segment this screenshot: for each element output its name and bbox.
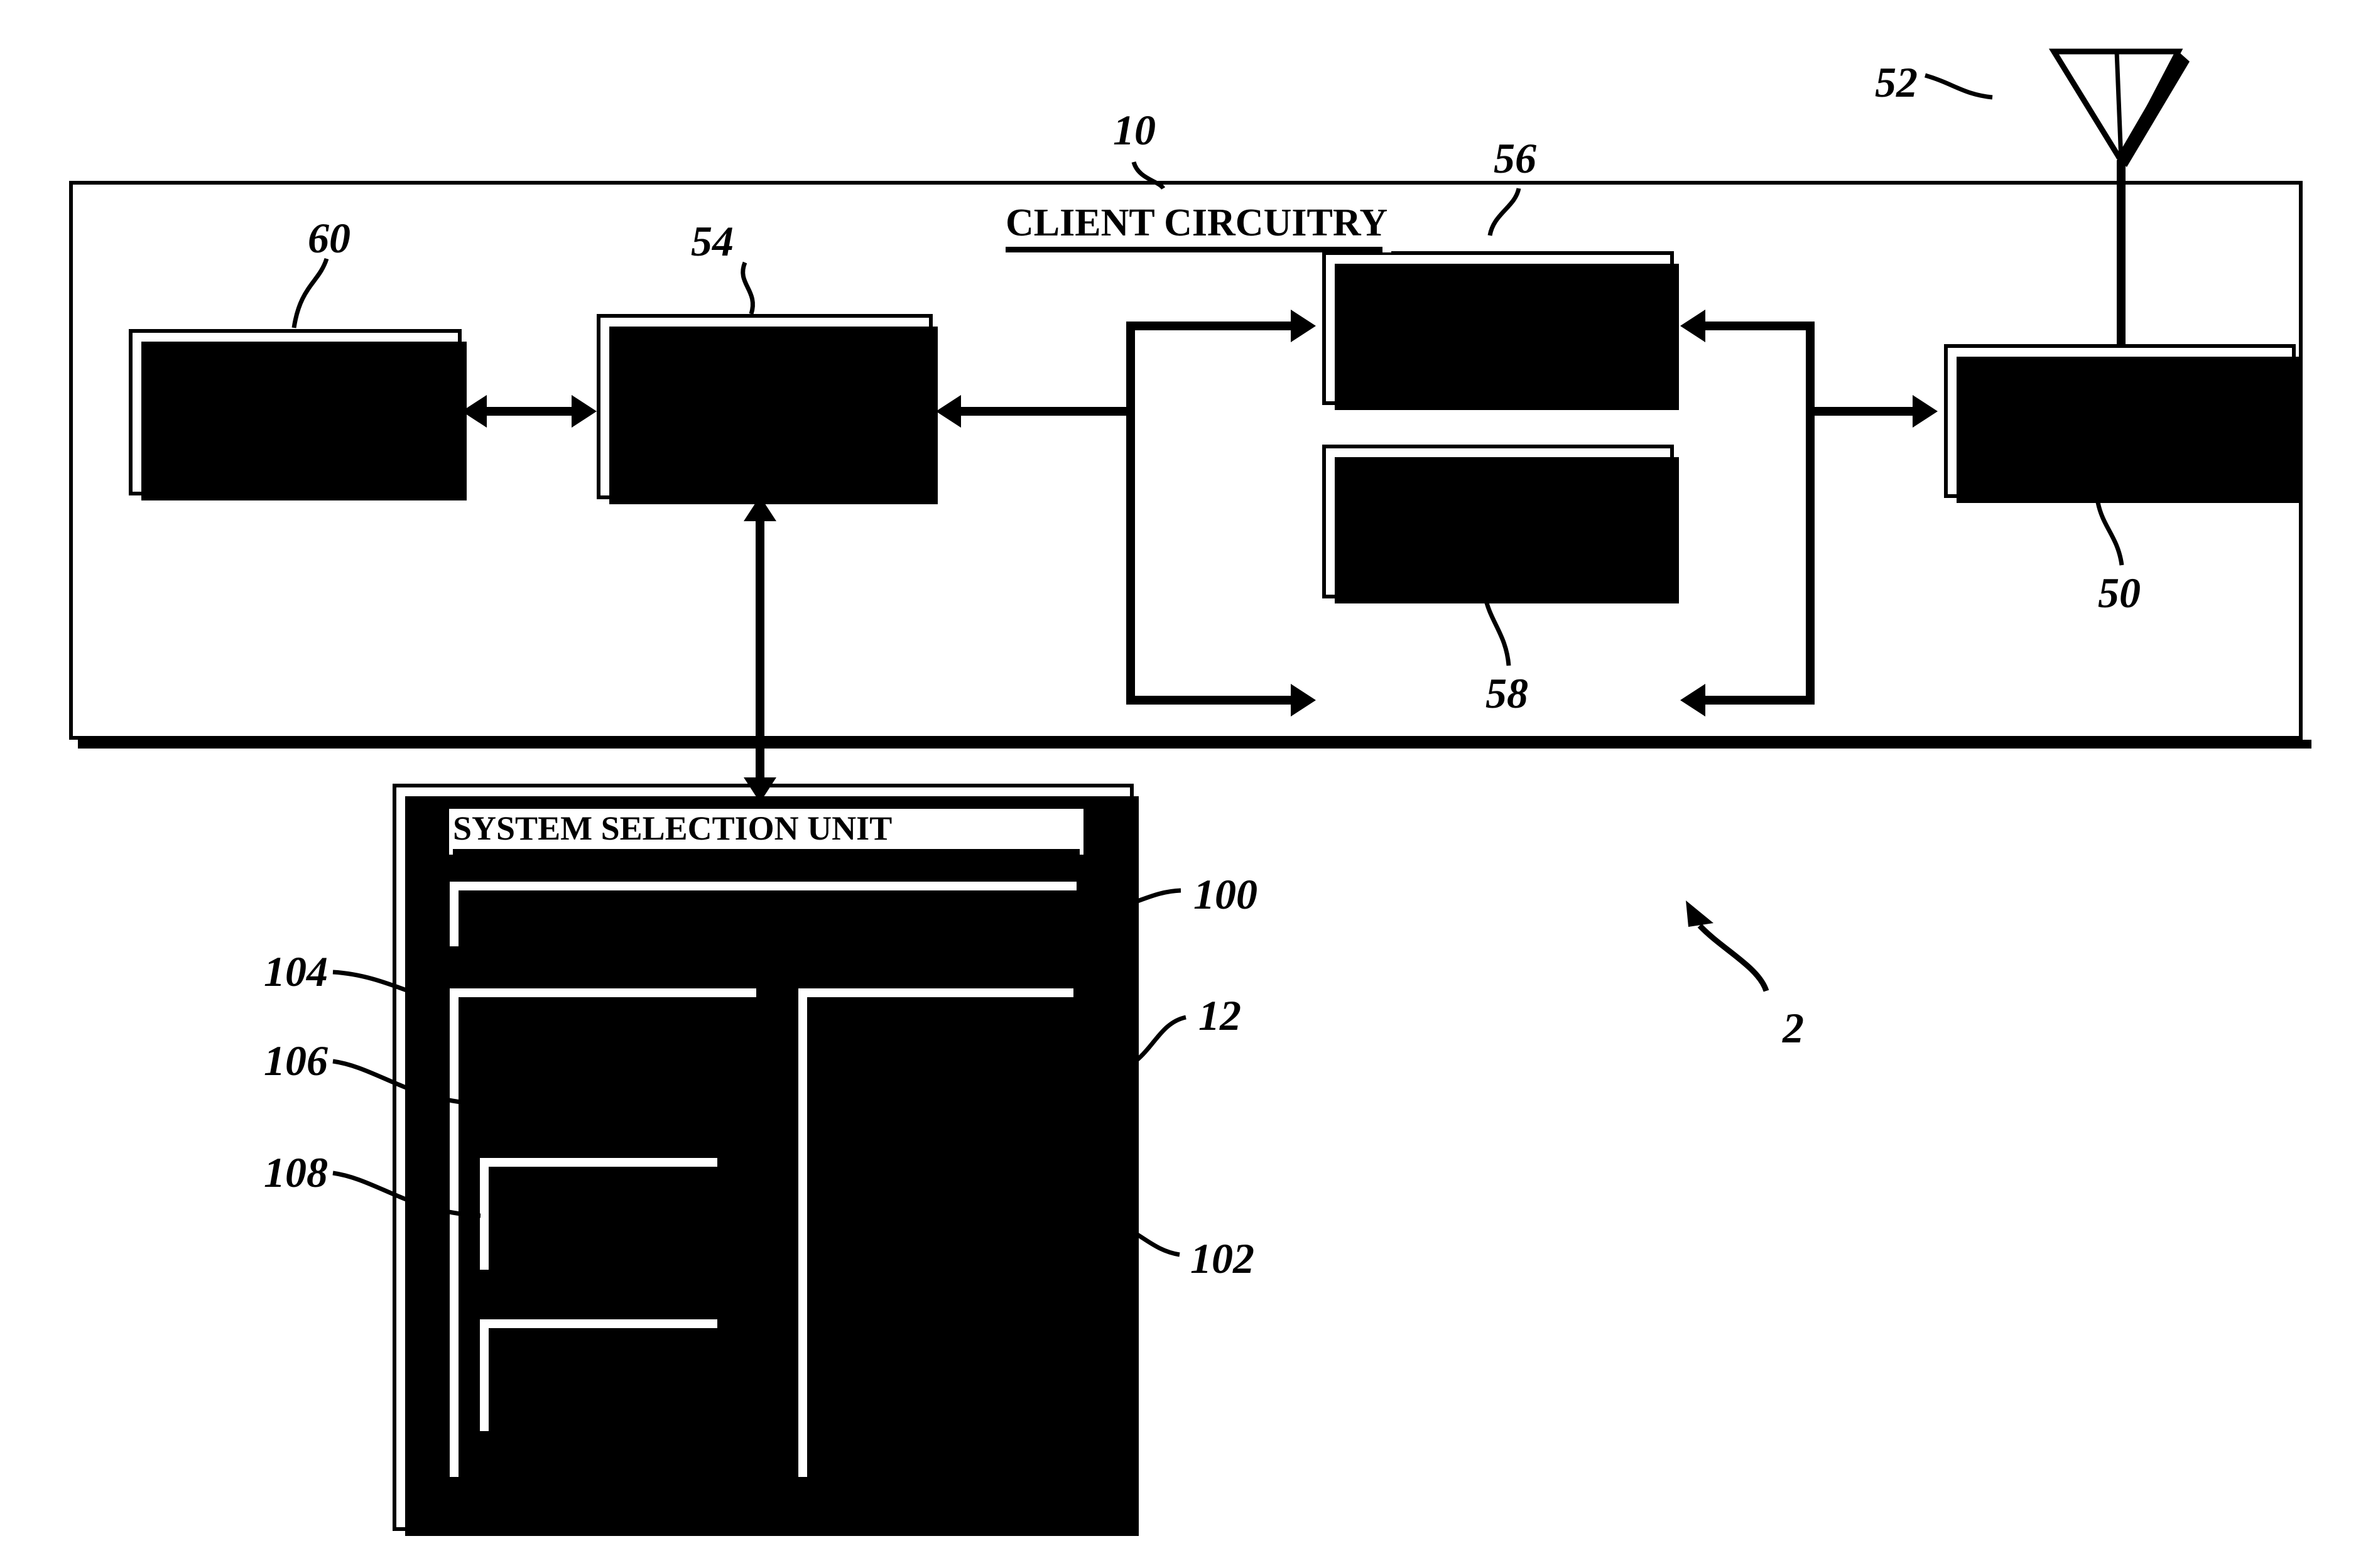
- ref-system-selection-unit: 12: [1198, 992, 1241, 1039]
- signal-processor-block[interactable]: SIGNAL PROCESSOR: [1322, 251, 1679, 410]
- system-selection-unit-title-underline: [453, 849, 1080, 855]
- bus-branch-signal-processor: [1126, 322, 1296, 330]
- ref-systems-database: 102: [1190, 1235, 1254, 1282]
- ref-front-end: 100: [1193, 870, 1257, 918]
- system-selection-core-label: SYSTEM SELECTION CORE: [446, 997, 760, 1110]
- client-circuitry-title-text: CLIENT CIRCUITRY: [1006, 202, 1388, 244]
- searcher-label: SEARCHER: [1399, 502, 1597, 541]
- antenna-center-line: [2114, 51, 2124, 161]
- patent-figure: CLIENT CIRCUITRY MEMORY CONTROL PROCESSO…: [0, 0, 2373, 1568]
- memory-control-link: [487, 407, 578, 416]
- script-table-label-line1: SCRIPT: [540, 1177, 658, 1213]
- bus-branch-signal-processor-arrow: [1291, 310, 1316, 342]
- control-processor-ssu-arrow-down: [744, 777, 776, 803]
- control-processor-ssu-arrow-up: [744, 496, 776, 521]
- signal-processor-label-line1: SIGNAL: [1430, 288, 1567, 327]
- ref-signal-processor: 56: [1494, 134, 1536, 182]
- system-arrowhead-icon: [1686, 900, 1713, 927]
- return-bus-to-signal-processor-arrow: [1680, 310, 1705, 342]
- script-engine-label-line1: SCRIPT: [540, 1339, 658, 1374]
- script-table-block[interactable]: SCRIPT TABLE: [476, 1154, 726, 1279]
- systems-database-label-line1: SYSTEMS: [858, 1195, 1014, 1231]
- antenna-icon: [2048, 48, 2183, 167]
- antenna-feed-line: [2117, 160, 2126, 349]
- searcher-block[interactable]: SEARCHER: [1322, 445, 1679, 603]
- ref-antenna: 52: [1875, 58, 1918, 106]
- signal-processor-label-line2: PROCESSOR: [1389, 329, 1607, 369]
- leader-line-system: [1697, 923, 1769, 992]
- memory-control-arrow-right: [572, 395, 597, 428]
- control-processor-ssu-link: [756, 510, 764, 786]
- transceiver-block[interactable]: TRANSCEIVER: [1944, 344, 2301, 503]
- control-processor-label-line1: CONTROL: [675, 366, 855, 406]
- script-engine-label-line2: ENGINE: [535, 1376, 662, 1411]
- front-end-block[interactable]: FRONT END: [446, 878, 1085, 955]
- transceiver-label: TRANSCEIVER: [1990, 401, 2250, 441]
- ref-client-circuitry: 10: [1113, 106, 1156, 154]
- memory-block[interactable]: MEMORY: [129, 329, 467, 500]
- return-bus-to-searcher-arrow: [1680, 684, 1705, 716]
- control-processor-label-line2: PROCESSOR: [656, 408, 874, 447]
- memory-label: MEMORY: [207, 391, 383, 433]
- system-selection-unit-title: SYSTEM SELECTION UNIT: [449, 809, 1083, 855]
- memory-control-arrow-left: [462, 395, 487, 428]
- client-circuitry-title-underline: [1006, 247, 1382, 252]
- antenna-icon-filled-leg: [2116, 51, 2190, 167]
- system-selection-core-label-line2: SELECTION: [511, 1036, 695, 1071]
- front-end-label: FRONT END: [666, 895, 861, 932]
- return-bus-vertical: [1806, 322, 1815, 705]
- system-selection-core-label-line3: CORE: [557, 1074, 649, 1109]
- ref-system-selection-core: 104: [264, 948, 328, 995]
- bus-to-transceiver: [1806, 407, 1919, 416]
- systems-database-block[interactable]: SYSTEMS DATABASE: [795, 985, 1082, 1486]
- ref-transceiver: 50: [2098, 569, 2141, 617]
- script-table-label-line2: TABLE: [545, 1214, 652, 1250]
- distribution-bus-vertical: [1126, 322, 1135, 705]
- systems-database-label-line2: DATABASE: [848, 1234, 1024, 1270]
- system-selection-unit-title-text: SYSTEM SELECTION UNIT: [453, 809, 893, 847]
- ref-system: 2: [1783, 1004, 1804, 1052]
- bus-to-control-processor: [961, 407, 1131, 416]
- client-circuitry-title: CLIENT CIRCUITRY: [1002, 201, 1392, 252]
- system-selection-core-label-line1: SYSTEM: [538, 998, 668, 1034]
- ref-control-processor: 54: [691, 217, 734, 265]
- return-bus-to-searcher: [1705, 696, 1815, 705]
- client-circuitry-frame-bottom-shadow: [78, 740, 2311, 749]
- return-bus-to-signal-processor: [1705, 322, 1815, 330]
- bus-to-control-processor-arrow: [936, 395, 961, 428]
- ref-searcher: 58: [1485, 669, 1528, 717]
- bus-branch-searcher-arrow: [1291, 684, 1316, 716]
- leader-line-antenna: [1925, 73, 1993, 100]
- bus-branch-searcher: [1126, 696, 1296, 705]
- ref-script-engine: 108: [264, 1149, 328, 1196]
- ref-script-table: 106: [264, 1037, 328, 1084]
- control-processor-block[interactable]: CONTROL PROCESSOR: [597, 314, 938, 504]
- ref-memory: 60: [308, 214, 350, 262]
- bus-to-transceiver-arrow: [1913, 395, 1938, 428]
- script-engine-block[interactable]: SCRIPT ENGINE: [476, 1316, 726, 1440]
